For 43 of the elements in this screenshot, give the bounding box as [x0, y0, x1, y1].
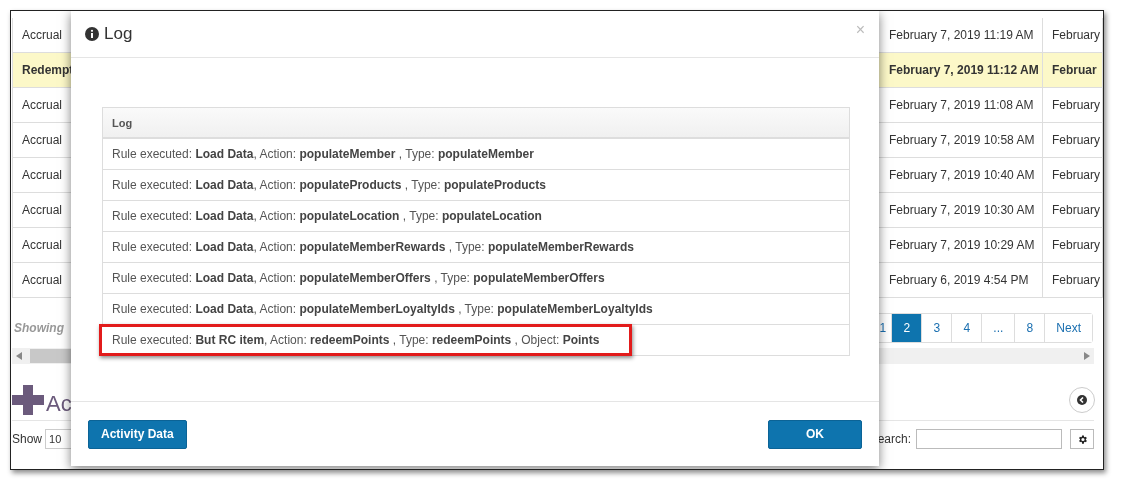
activity-data-button[interactable]: Activity Data — [88, 419, 187, 449]
ok-button[interactable]: OK — [768, 419, 862, 449]
settings-button[interactable] — [1070, 429, 1094, 449]
gear-icon — [1076, 433, 1088, 445]
table-cell: February — [1043, 263, 1103, 298]
log-entry: Rule executed: But RC item, Action: redeemPoints , Type: redeemPoints , Object: Points — [112, 333, 600, 347]
info-icon — [85, 27, 99, 41]
show-label: Show — [12, 432, 43, 446]
table-cell: February 7, 2019 10:29 AM — [880, 228, 1043, 263]
plus-icon[interactable] — [12, 385, 44, 415]
table-cell: February 7, 2019 11:12 AM — [880, 53, 1043, 88]
log-entry: Rule executed: Load Data, Action: populateLocation , Type: populateLocation — [112, 209, 542, 223]
table-cell: February 7, 2019 10:40 AM — [880, 158, 1043, 193]
log-entry: Rule executed: Load Data, Action: populateMemberOffers , Type: populateMemberOffers — [112, 271, 605, 285]
scroll-left-icon[interactable] — [16, 352, 22, 360]
table-cell: Februar — [1043, 53, 1103, 88]
dialog-title: Log — [104, 24, 133, 44]
log-entry: Rule executed: Load Data, Action: populateMember , Type: populateMember — [112, 147, 534, 161]
collapse-button[interactable] — [1069, 387, 1095, 413]
table-cell: February 7, 2019 10:58 AM — [880, 123, 1043, 158]
chevron-left-icon — [1077, 395, 1087, 405]
page-button[interactable]: Next — [1044, 314, 1092, 342]
table-cell: February 7, 2019 10:30 AM — [880, 193, 1043, 228]
scroll-right-icon[interactable] — [1084, 352, 1090, 360]
showing-text: Showing — [13, 321, 64, 335]
log-entry: Rule executed: Load Data, Action: populateMemberRewards , Type: populateMemberRewards — [112, 240, 634, 254]
column-header: Log — [103, 108, 849, 138]
table-cell: February — [1043, 158, 1103, 193]
log-entry: Rule executed: Load Data, Action: populateMemberLoyaltyIds , Type: populateMemberLoyaltyIds — [112, 302, 653, 316]
search-label: earch: — [877, 432, 911, 446]
table-cell: February — [1043, 228, 1103, 263]
section-title: Ac — [46, 393, 72, 415]
table-cell: February 7, 2019 11:19 AM — [880, 18, 1043, 53]
table-cell: February 6, 2019 4:54 PM — [880, 263, 1043, 298]
log-entry: Rule executed: Load Data, Action: populateProducts , Type: populateProducts — [112, 178, 546, 192]
table-cell: February 7, 2019 11:08 AM — [880, 88, 1043, 123]
search-field[interactable] — [916, 429, 1062, 449]
table-cell: February — [1043, 123, 1103, 158]
page-button[interactable]: 2 — [891, 314, 922, 342]
table-cell: February — [1043, 193, 1103, 228]
table-cell: Redempt — [13, 53, 72, 88]
table-cell: February — [1043, 88, 1103, 123]
table-cell: February — [1043, 18, 1103, 53]
